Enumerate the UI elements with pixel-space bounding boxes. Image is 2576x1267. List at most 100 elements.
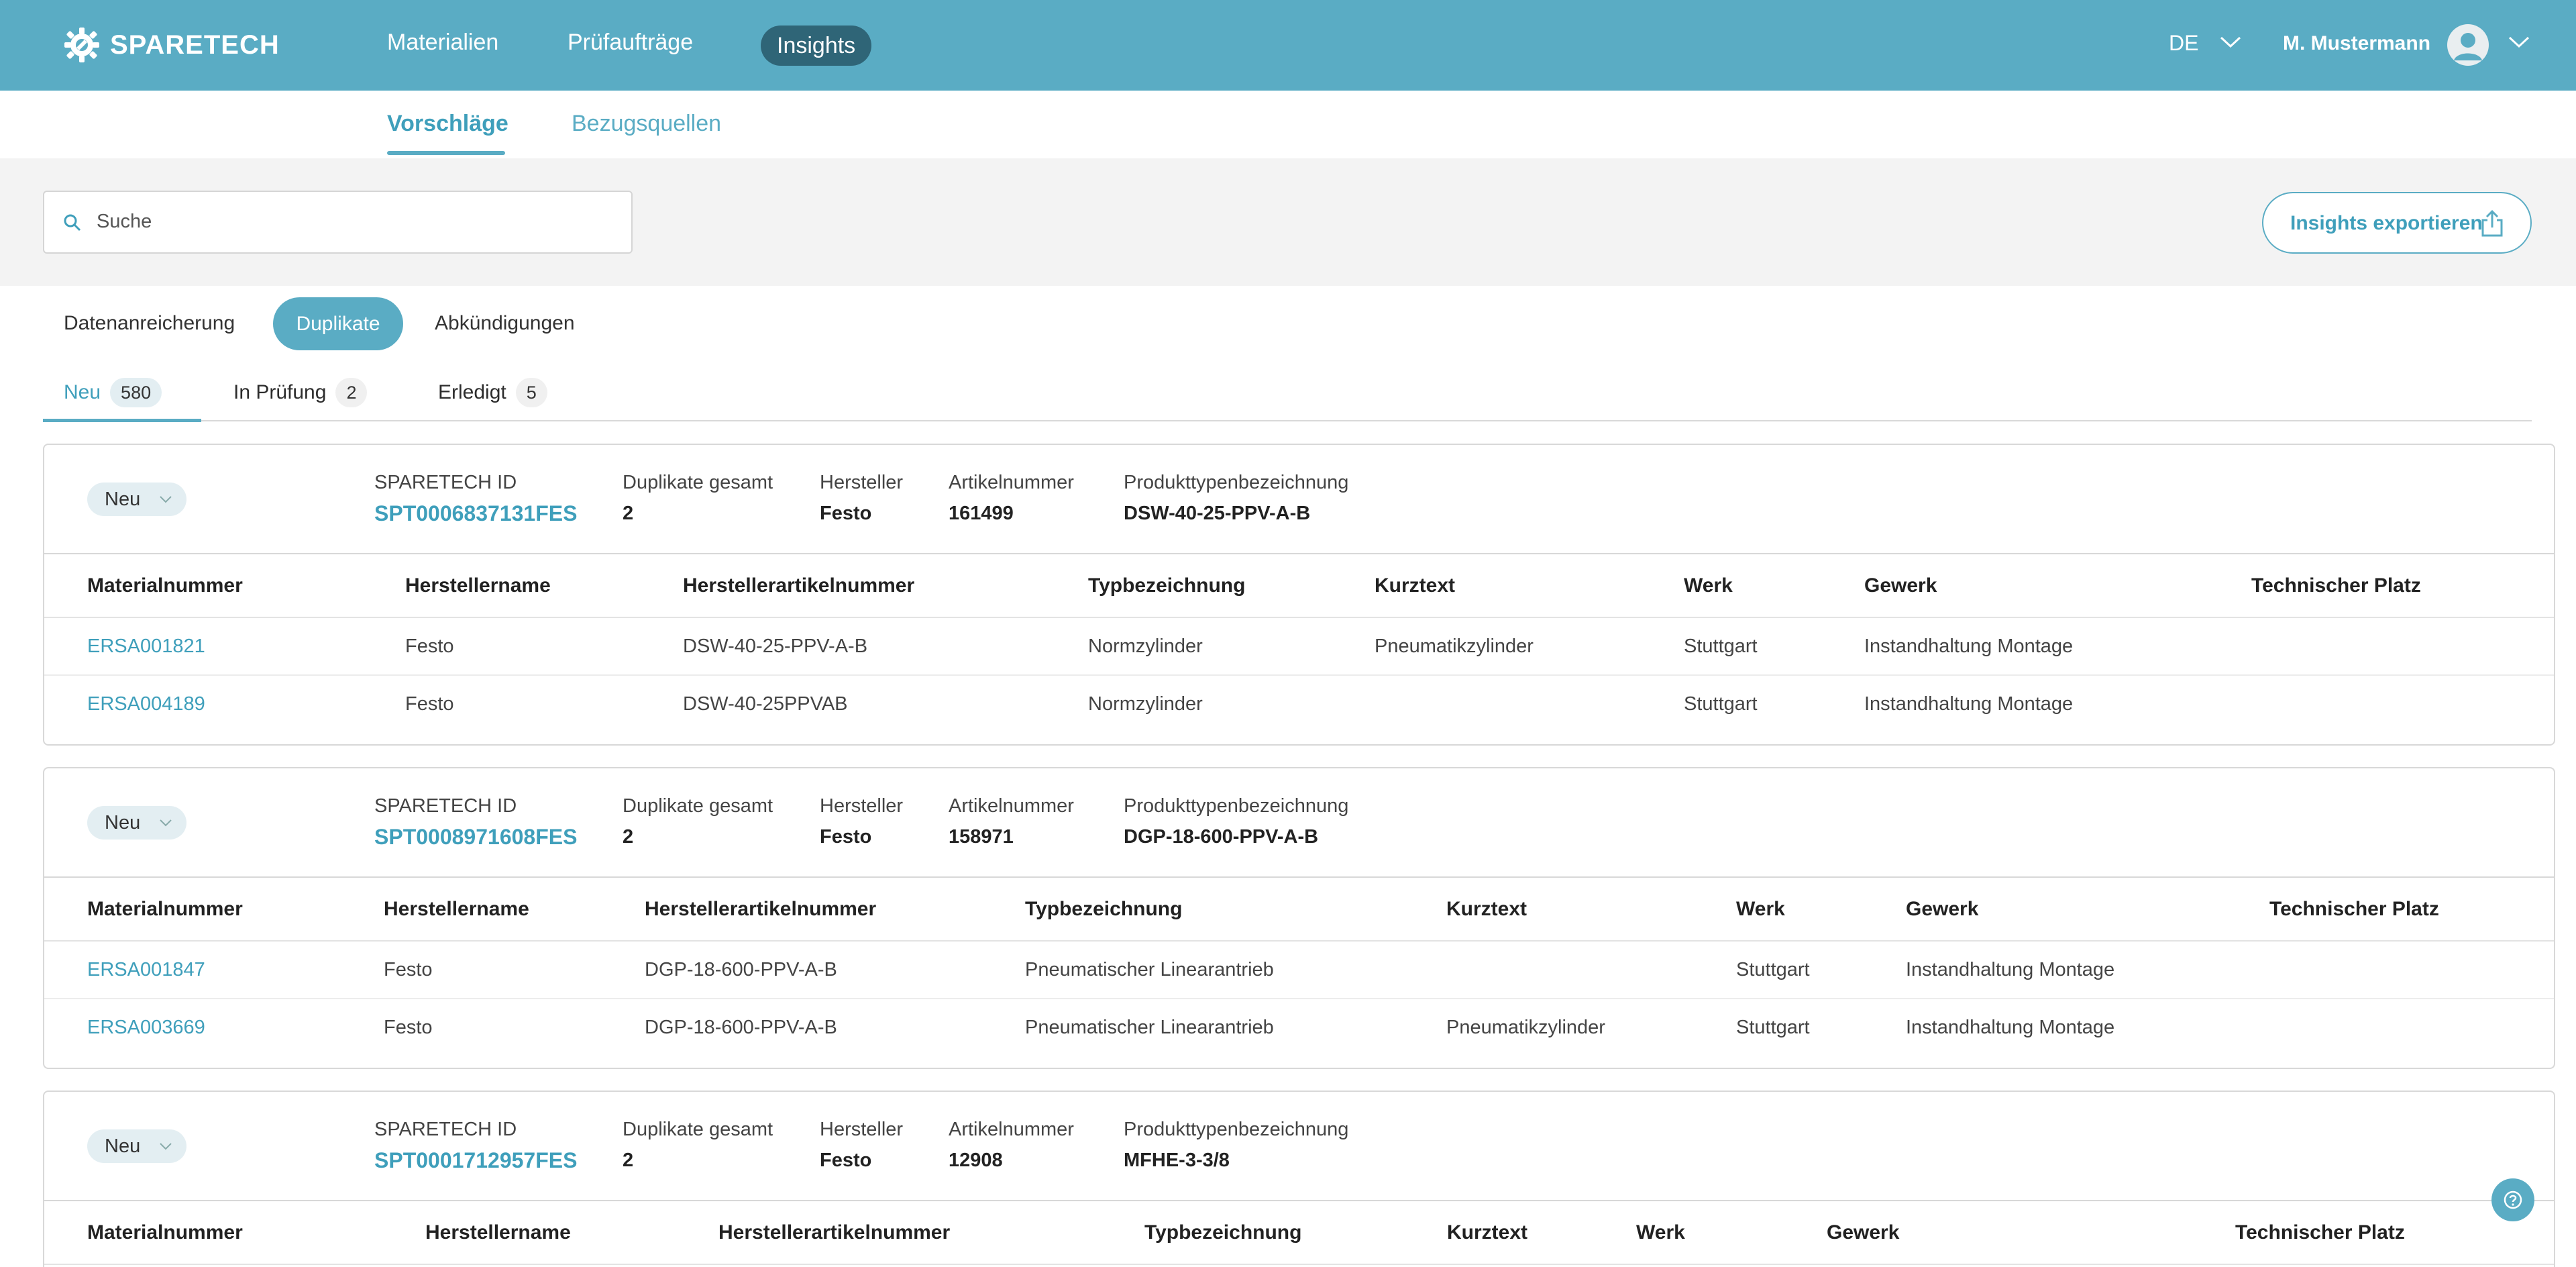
column-header: Kurztext (1446, 898, 1527, 920)
cell: DGP-18-600-PPV-A-B (645, 1017, 837, 1038)
duplicate-card: Neu SPARETECH ID SPT0006837131FES Duplik… (43, 444, 2555, 746)
card-header: Neu SPARETECH ID SPT0008971608FES Duplik… (44, 768, 2554, 878)
status-tab-label: Erledigt (438, 381, 506, 403)
cell: Festo (384, 1017, 433, 1038)
article-label: Artikelnummer (949, 1119, 1074, 1140)
article-value: 12908 (949, 1150, 1003, 1171)
table-row[interactable]: ERSA004189 Festo DSW-40-25PPVAB Normzyli… (44, 676, 2554, 733)
maker-label: Hersteller (820, 1119, 904, 1140)
export-insights-button[interactable]: Insights exportieren (2262, 192, 2532, 254)
article-label: Artikelnummer (949, 795, 1074, 817)
column-header: Materialnummer (87, 898, 243, 920)
status-count-badge: 580 (110, 378, 162, 407)
card-header: Neu SPARETECH ID SPT0006837131FES Duplik… (44, 445, 2554, 554)
sub-tabs: Vorschläge Bezugsquellen (0, 91, 2576, 158)
share-export-icon (2481, 209, 2503, 237)
table-row[interactable]: ERSA001847 Festo DGP-18-600-PPV-A-B Pneu… (44, 942, 2554, 999)
column-header: Herstellerartikelnummer (645, 898, 877, 920)
brand-name: SPARETECH (110, 30, 280, 60)
maker-value: Festo (820, 826, 872, 848)
search-placeholder: Suche (97, 211, 152, 232)
cell: DGP-18-600-PPV-A-B (645, 959, 837, 980)
material-number-link[interactable]: ERSA004189 (87, 693, 205, 715)
status-tab-in-pruefung[interactable]: In Prüfung 2 (233, 378, 368, 407)
nav-insights[interactable]: Insights (761, 26, 872, 66)
search-input[interactable]: Suche (43, 191, 633, 254)
search-icon (64, 214, 81, 232)
status-dropdown[interactable]: Neu (87, 1129, 186, 1163)
product-value: DGP-18-600-PPV-A-B (1124, 826, 1319, 848)
column-header: Typbezeichnung (1088, 574, 1246, 597)
category-abkuendigungen[interactable]: Abkündigungen (435, 312, 575, 335)
help-button[interactable] (2491, 1178, 2534, 1221)
cell: Normzylinder (1088, 693, 1203, 715)
article-value: 158971 (949, 826, 1014, 848)
id-label: SPARETECH ID (374, 795, 517, 817)
question-icon (2504, 1190, 2522, 1209)
material-number-link[interactable]: ERSA001847 (87, 959, 205, 981)
user-name[interactable]: M. Mustermann (2283, 32, 2430, 55)
id-label: SPARETECH ID (374, 472, 517, 493)
cell: DSW-40-25-PPV-A-B (683, 636, 868, 657)
status-label: Neu (105, 1135, 141, 1157)
tab-bezugsquellen[interactable]: Bezugsquellen (572, 111, 721, 137)
export-label: Insights exportieren (2290, 212, 2483, 234)
status-tab-erledigt[interactable]: Erledigt 5 (438, 378, 547, 407)
column-header: Materialnummer (87, 574, 243, 597)
nav-pruefauftraege[interactable]: Prüfaufträge (568, 30, 693, 56)
status-dropdown[interactable]: Neu (87, 483, 186, 516)
column-header: Typbezeichnung (1144, 1221, 1302, 1244)
cell: Festo (405, 636, 454, 657)
top-navigation-bar: SPARETECH Materialien Prüfaufträge Insig… (0, 0, 2576, 91)
gear-logo-icon (64, 28, 99, 62)
cell: Stuttgart (1736, 1017, 1810, 1038)
column-header: Kurztext (1447, 1221, 1528, 1244)
column-header: Herstellerartikelnummer (718, 1221, 951, 1244)
sparetech-id-link[interactable]: SPT0006837131FES (374, 501, 577, 526)
maker-label: Hersteller (820, 472, 904, 493)
column-header: Herstellername (405, 574, 551, 597)
column-header: Typbezeichnung (1025, 898, 1183, 920)
maker-value: Festo (820, 1150, 872, 1171)
cell: Instandhaltung Montage (1906, 1017, 2115, 1038)
category-datenanreicherung[interactable]: Datenanreicherung (64, 312, 235, 335)
chevron-down-icon (160, 496, 172, 503)
category-duplikate[interactable]: Duplikate (273, 297, 403, 350)
cell: Stuttgart (1684, 693, 1758, 715)
total-value: 2 (623, 826, 634, 848)
cell: Festo (405, 693, 454, 715)
cell: Pneumatikzylinder (1446, 1017, 1605, 1038)
sparetech-id-link[interactable]: SPT0008971608FES (374, 825, 577, 850)
nav-materialien[interactable]: Materialien (387, 30, 498, 56)
column-header: Technischer Platz (2251, 574, 2421, 597)
status-tabs-divider (43, 420, 2532, 421)
product-label: Produkttypenbezeichnung (1124, 1119, 1349, 1140)
status-tab-neu[interactable]: Neu 580 (64, 378, 162, 407)
duplicate-card: Neu SPARETECH ID SPT0008971608FES Duplik… (43, 767, 2555, 1069)
column-header: Gewerk (1827, 1221, 1900, 1244)
avatar[interactable] (2447, 24, 2489, 66)
cell: Pneumatischer Linearantrieb (1025, 959, 1274, 980)
column-header: Technischer Platz (2269, 898, 2439, 920)
sparetech-id-link[interactable]: SPT0001712957FES (374, 1148, 577, 1173)
tab-vorschlaege[interactable]: Vorschläge (387, 111, 508, 137)
cell: Festo (384, 959, 433, 980)
column-header: Werk (1636, 1221, 1685, 1244)
material-number-link[interactable]: ERSA003669 (87, 1017, 205, 1039)
total-label: Duplikate gesamt (623, 1119, 773, 1140)
material-number-link[interactable]: ERSA001821 (87, 636, 205, 658)
status-dropdown[interactable]: Neu (87, 806, 186, 840)
table-row[interactable]: ERSA001821 Festo DSW-40-25-PPV-A-B Normz… (44, 618, 2554, 676)
cell: Normzylinder (1088, 636, 1203, 657)
sparetech-logo[interactable]: SPARETECH (62, 24, 280, 66)
column-header: Materialnummer (87, 1221, 243, 1244)
cell: Instandhaltung Montage (1864, 693, 2074, 715)
chevron-down-icon[interactable] (2219, 35, 2242, 50)
language-selector[interactable]: DE (2169, 31, 2198, 56)
table-header: Materialnummer Herstellername Hersteller… (44, 1201, 2554, 1265)
column-header: Gewerk (1864, 574, 1937, 597)
table-row[interactable]: ERSA003669 Festo DGP-18-600-PPV-A-B Pneu… (44, 999, 2554, 1057)
chevron-down-icon[interactable] (2508, 35, 2530, 50)
cell: Instandhaltung Montage (1864, 636, 2074, 657)
cell: Pneumatikzylinder (1375, 636, 1534, 657)
